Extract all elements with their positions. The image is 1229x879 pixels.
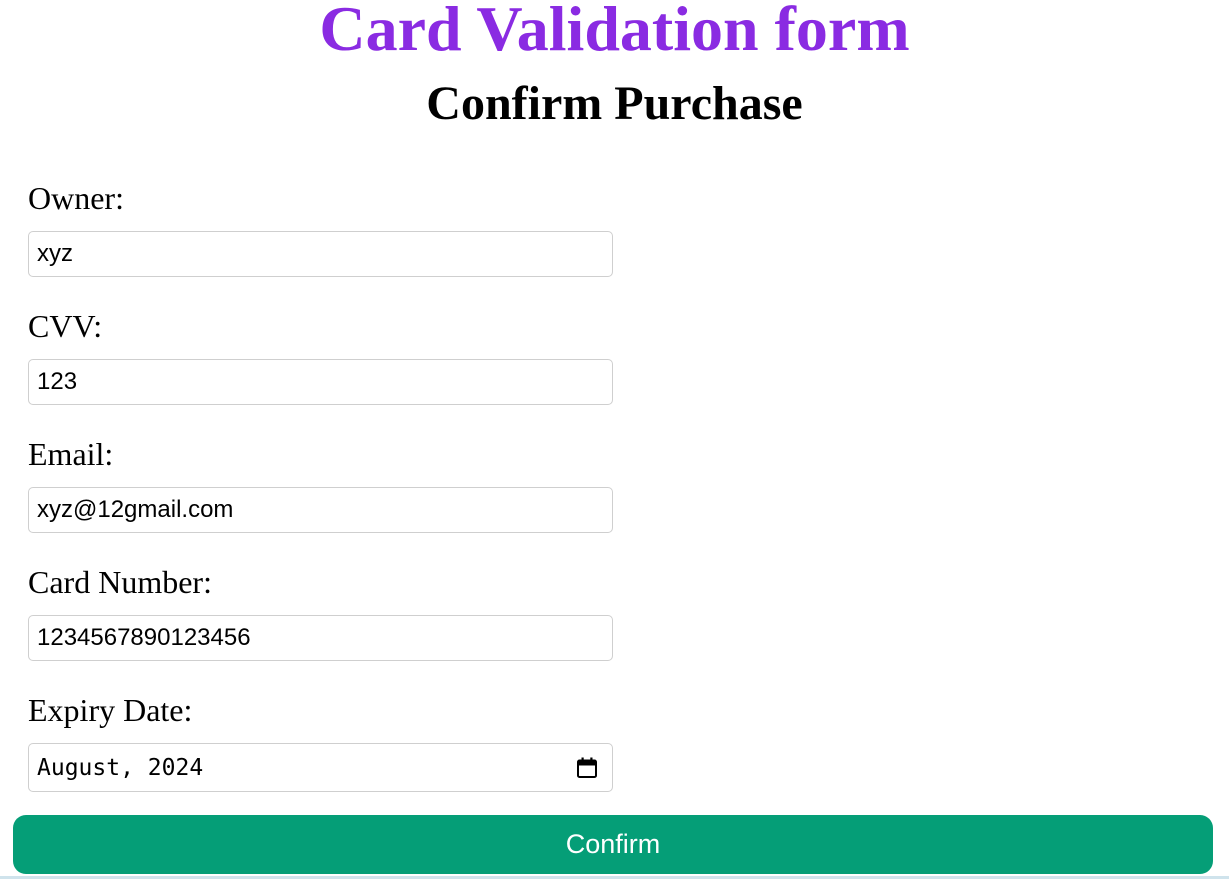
card-number-label: Card Number: — [28, 564, 212, 600]
page-title: Card Validation form — [319, 0, 910, 64]
email-input[interactable]: xyz@12gmail.com — [28, 487, 613, 533]
expiry-date-input[interactable]: August, 2024 — [28, 743, 613, 792]
expiry-date-label: Expiry Date: — [28, 692, 193, 728]
cvv-label: CVV: — [28, 308, 103, 344]
form-subtitle: Confirm Purchase — [426, 77, 803, 130]
calendar-icon[interactable] — [576, 757, 598, 779]
email-input-value: xyz@12gmail.com — [37, 496, 234, 523]
card-number-input-value: 1234567890123456 — [37, 624, 251, 651]
cvv-input[interactable]: 123 — [28, 359, 613, 405]
owner-label: Owner: — [28, 180, 124, 216]
cvv-input-value: 123 — [37, 368, 78, 395]
confirm-button[interactable]: Confirm — [13, 815, 1213, 874]
email-label: Email: — [28, 436, 114, 472]
expiry-date-input-value: August, 2024 — [37, 754, 204, 781]
owner-input-value: xyz — [37, 240, 73, 267]
confirm-button-label: Confirm — [565, 829, 661, 859]
owner-input[interactable]: xyz — [28, 231, 613, 277]
card-number-input[interactable]: 1234567890123456 — [28, 615, 613, 661]
